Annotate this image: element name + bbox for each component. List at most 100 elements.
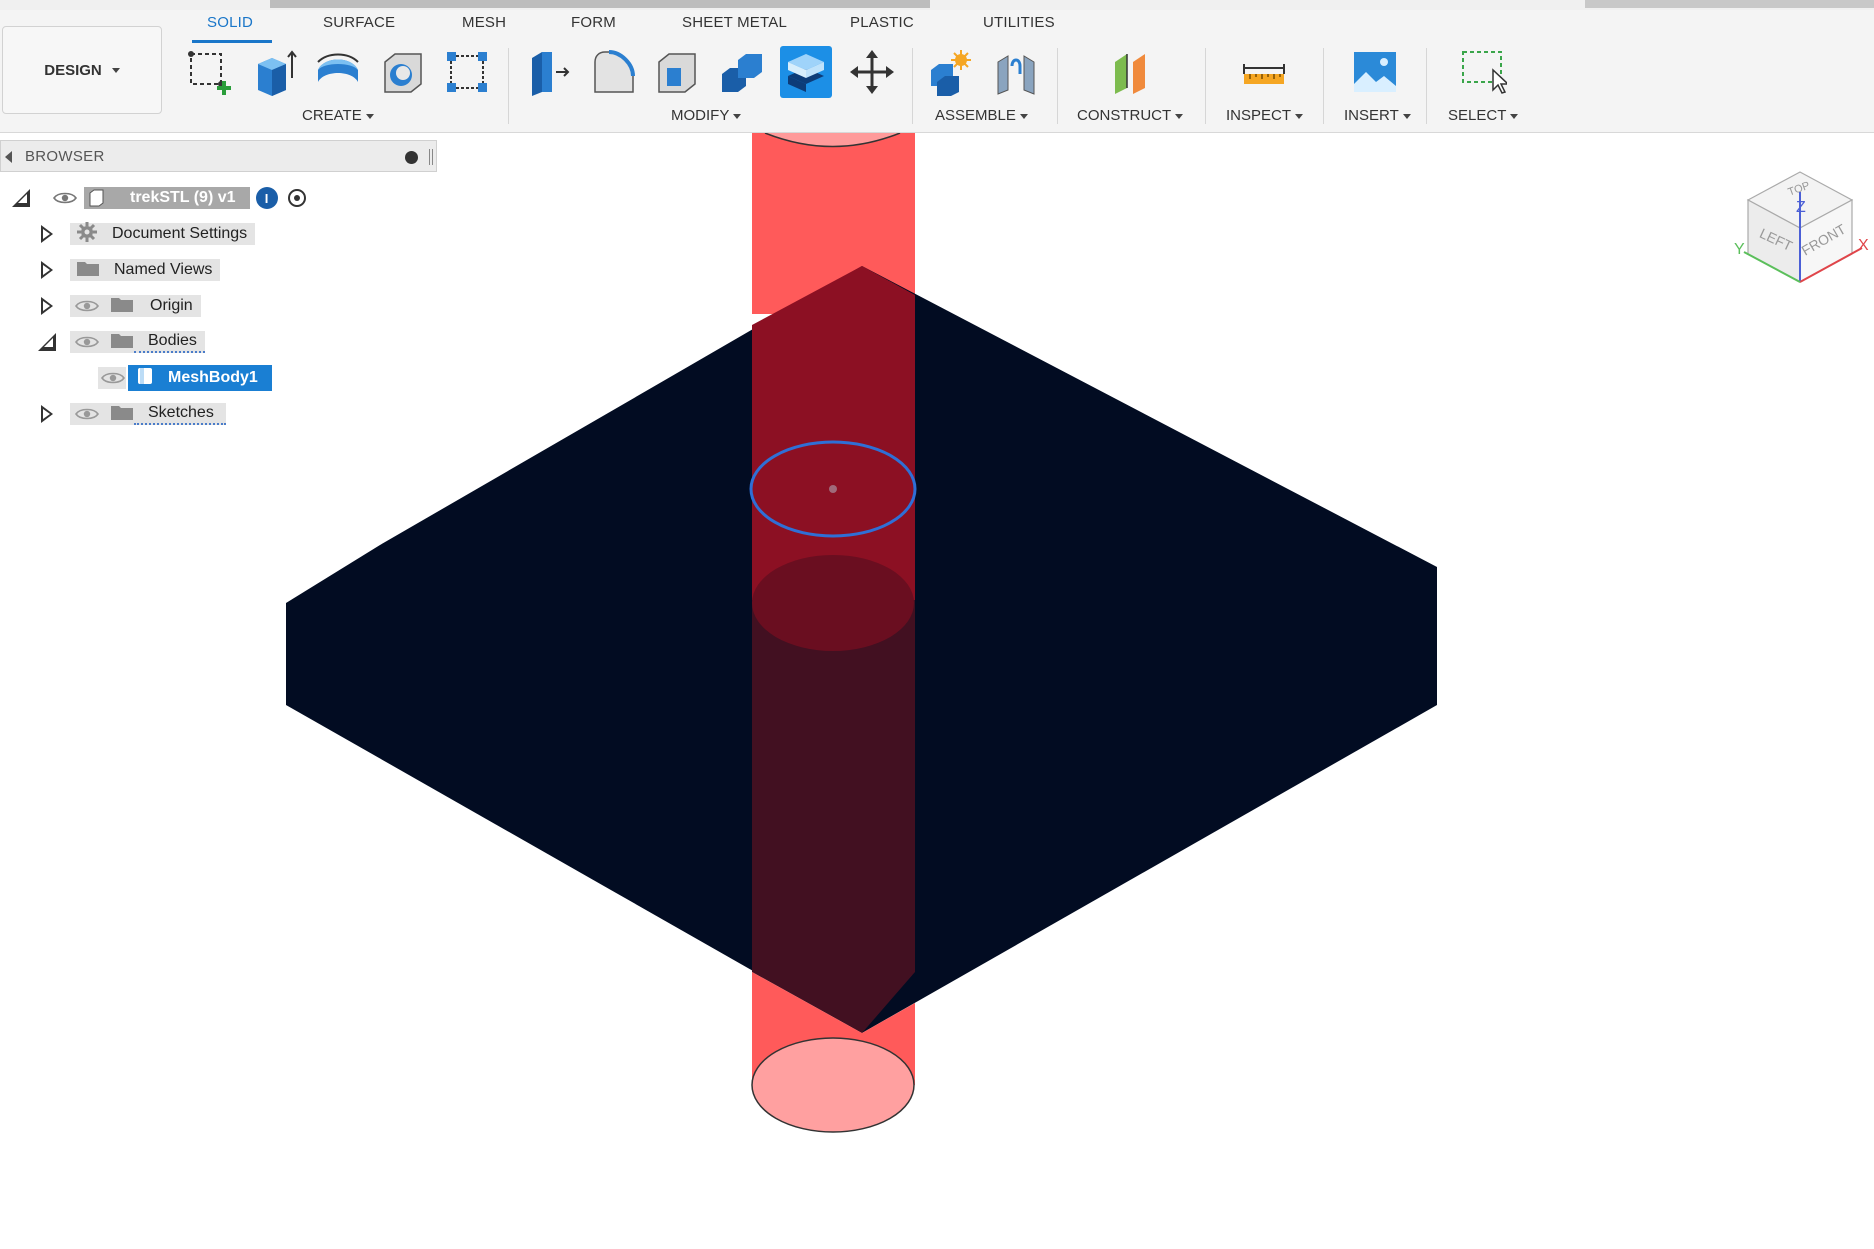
tree-item-sketches[interactable]: Sketches: [40, 401, 226, 427]
window-top-strip: [0, 0, 1874, 10]
chevron-down-icon: [1402, 113, 1411, 119]
plane-icon[interactable]: [1105, 46, 1157, 98]
viewport-canvas[interactable]: [0, 133, 1874, 1249]
collapse-triangle-icon[interactable]: [38, 333, 56, 351]
tree-item-label: Bodies: [134, 331, 205, 353]
eye-icon[interactable]: [74, 298, 100, 314]
chevron-down-icon: [1019, 113, 1028, 119]
gear-icon: [76, 221, 98, 248]
tab-utilities[interactable]: UTILITIES: [983, 14, 1055, 31]
select-menu[interactable]: SELECT: [1448, 107, 1519, 124]
radio-dot-icon: [293, 195, 300, 201]
toolbar-divider: [508, 48, 509, 124]
tree-root[interactable]: trekSTL (9) v1 I: [12, 185, 306, 211]
assemble-menu[interactable]: ASSEMBLE: [935, 107, 1028, 124]
expand-triangle-icon[interactable]: [40, 297, 54, 315]
new-component-icon[interactable]: [925, 46, 977, 98]
folder-icon: [110, 331, 134, 354]
pattern-icon[interactable]: [441, 46, 493, 98]
inspect-menu[interactable]: INSPECT: [1226, 107, 1304, 124]
eye-icon[interactable]: [100, 370, 126, 386]
document-name: trekSTL (9) v1: [108, 187, 250, 209]
chevron-down-icon: [733, 113, 742, 119]
assemble-label: ASSEMBLE: [935, 107, 1016, 124]
tree-item-label: Origin: [142, 295, 201, 317]
tree-item-chip: Sketches: [70, 403, 226, 425]
tab-strip-segment: [1585, 0, 1874, 8]
press-pull-icon[interactable]: [522, 46, 574, 98]
chevron-down-icon: [1175, 113, 1184, 119]
fillet-icon[interactable]: [587, 46, 639, 98]
inspect-label: INSPECT: [1226, 107, 1292, 124]
toolbar-divider: [1205, 48, 1206, 124]
folder-icon: [76, 259, 100, 282]
tab-plastic[interactable]: PLASTIC: [850, 14, 914, 31]
toolbar-divider: [1426, 48, 1427, 124]
collapse-icon[interactable]: [5, 151, 12, 163]
offset-face-icon[interactable]: [780, 46, 832, 98]
z-axis-label: Z: [1796, 199, 1806, 216]
tree-item-named-views[interactable]: Named Views: [40, 257, 221, 283]
workspace-label: DESIGN: [44, 61, 102, 79]
folder-icon: [110, 295, 134, 318]
collapse-triangle-icon[interactable]: [12, 189, 30, 207]
tree-item-chip: Origin: [70, 295, 201, 317]
cylinder-inner-ellipse: [752, 555, 914, 651]
select-label: SELECT: [1448, 107, 1507, 124]
viewcube[interactable]: TOP LEFT FRONT Z X Y: [1730, 170, 1870, 300]
revolve-icon[interactable]: [312, 46, 364, 98]
move-icon[interactable]: [846, 46, 898, 98]
shell-icon[interactable]: [651, 46, 703, 98]
tab-mesh[interactable]: MESH: [462, 14, 506, 31]
selected-body-chip[interactable]: MeshBody1: [128, 365, 272, 391]
tree-item-meshbody1[interactable]: MeshBody1: [98, 365, 272, 391]
eye-icon[interactable]: [52, 190, 78, 206]
y-axis-label: Y: [1734, 241, 1745, 258]
toolbar-divider: [1323, 48, 1324, 124]
tab-sheet-metal[interactable]: SHEET METAL: [682, 14, 787, 31]
active-component-icon[interactable]: I: [255, 187, 278, 209]
resize-handle[interactable]: [429, 149, 433, 165]
toolbar: SOLID SURFACE MESH FORM SHEET METAL PLAS…: [0, 0, 1874, 133]
eye-icon[interactable]: [74, 334, 100, 350]
tree-item-chip: Bodies: [70, 331, 205, 353]
expand-triangle-icon[interactable]: [40, 225, 54, 243]
joint-icon[interactable]: [990, 46, 1042, 98]
create-menu[interactable]: CREATE: [302, 107, 374, 124]
construct-menu[interactable]: CONSTRUCT: [1077, 107, 1184, 124]
tab-surface[interactable]: SURFACE: [323, 14, 395, 31]
cylinder-overlap-upper: [752, 266, 915, 600]
insert-image-icon[interactable]: [1349, 46, 1401, 98]
modify-menu[interactable]: MODIFY: [671, 107, 742, 124]
tree-item-document-settings[interactable]: Document Settings: [40, 221, 256, 248]
hole-icon[interactable]: [377, 46, 429, 98]
active-tab-indicator: [192, 40, 272, 43]
chevron-down-icon: [365, 113, 374, 119]
ribbon-tabs: SOLID SURFACE MESH FORM SHEET METAL PLAS…: [0, 14, 1100, 44]
insert-label: INSERT: [1344, 107, 1399, 124]
insert-menu[interactable]: INSERT: [1344, 107, 1411, 124]
expand-triangle-icon[interactable]: [40, 261, 54, 279]
pin-icon[interactable]: [405, 151, 418, 164]
tree-item-bodies[interactable]: Bodies: [38, 329, 205, 355]
tree-item-chip: [98, 367, 126, 389]
tab-form[interactable]: FORM: [571, 14, 616, 31]
new-sketch-icon[interactable]: [183, 46, 235, 98]
eye-icon[interactable]: [74, 406, 100, 422]
extrude-icon[interactable]: [248, 46, 300, 98]
expand-triangle-icon[interactable]: [40, 405, 54, 423]
center-point[interactable]: [829, 485, 837, 493]
cylinder-bottom-cap: [751, 1037, 915, 1133]
tree-item-label: Named Views: [106, 259, 221, 281]
radio-icon[interactable]: [287, 189, 306, 207]
combine-icon[interactable]: [716, 46, 768, 98]
tree-item-origin[interactable]: Origin: [40, 293, 201, 319]
tab-solid[interactable]: SOLID: [207, 14, 253, 31]
folder-icon: [110, 403, 134, 426]
chevron-down-icon: [1510, 113, 1519, 119]
workspace-switcher[interactable]: DESIGN: [2, 26, 162, 114]
measure-icon[interactable]: [1238, 46, 1290, 98]
chevron-down-icon: [111, 67, 120, 73]
window-select-icon[interactable]: [1457, 46, 1509, 98]
tree-item-label: Sketches: [134, 403, 226, 425]
